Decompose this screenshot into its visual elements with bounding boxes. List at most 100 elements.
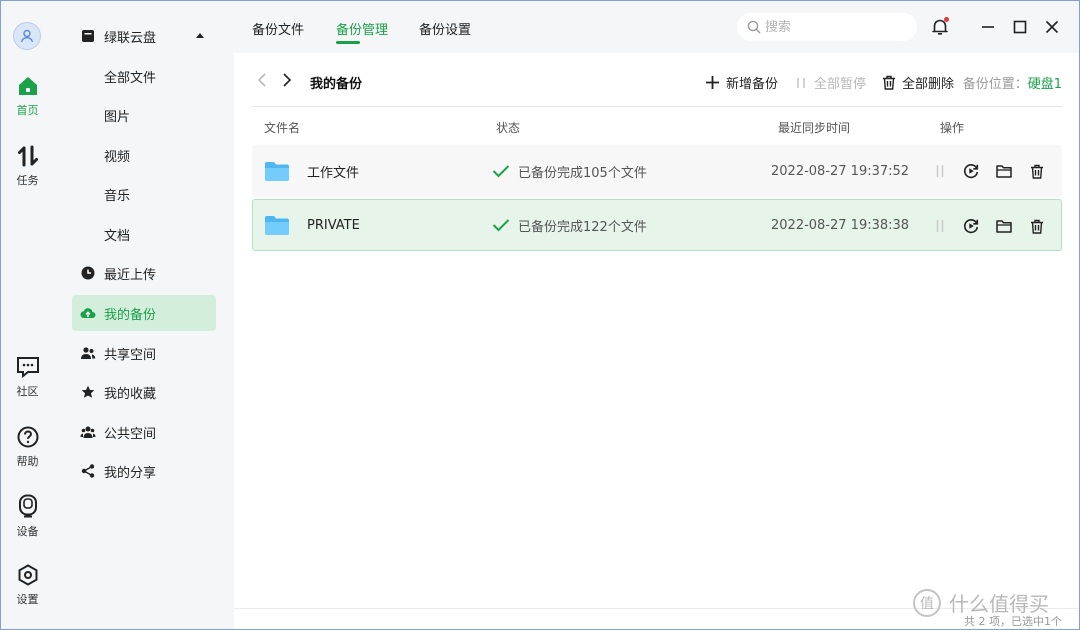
home-icon xyxy=(18,77,37,95)
sidebar-item-label: 图片 xyxy=(104,109,131,125)
rail-item-device[interactable]: 设备 xyxy=(1,494,54,539)
file-name: PRIVATE xyxy=(307,217,360,233)
caret-up-icon[interactable] xyxy=(196,33,204,38)
sidebar-item-music[interactable]: 音乐 xyxy=(72,176,216,212)
file-name: 工作文件 xyxy=(307,165,360,181)
sidebar-item-label: 音乐 xyxy=(104,188,131,204)
help-icon xyxy=(17,426,38,448)
folder-icon xyxy=(265,162,289,181)
tab-backup-files[interactable]: 备份文件 xyxy=(252,19,304,38)
notifications-button[interactable] xyxy=(930,17,950,37)
sidebar-item-label: 全部文件 xyxy=(104,70,157,86)
delete-button[interactable] xyxy=(1028,217,1046,235)
backup-location-label: 备份位置： xyxy=(962,77,1028,92)
pause-icon xyxy=(936,220,944,232)
add-backup-button[interactable]: 新增备份 xyxy=(705,73,778,92)
add-backup-label: 新增备份 xyxy=(726,77,779,92)
sidebar-item-public-space[interactable]: 公共空间 xyxy=(72,414,216,450)
sidebar-item-label: 我的收藏 xyxy=(104,386,157,402)
forward-button[interactable] xyxy=(279,72,295,88)
sidebar-item-videos[interactable]: 视频 xyxy=(72,137,216,173)
top-bar: 备份文件 备份管理 备份设置 xyxy=(234,1,1079,53)
back-button[interactable] xyxy=(254,72,270,88)
sidebar-item-label: 我的备份 xyxy=(104,307,157,323)
sidebar-item-my-backup[interactable]: 我的备份 xyxy=(72,295,216,331)
sidebar-item-all-files[interactable]: 全部文件 xyxy=(72,58,216,94)
clock-icon xyxy=(80,265,96,281)
device-icon xyxy=(18,494,37,518)
maximize-button[interactable] xyxy=(1010,17,1030,37)
category-sidebar: 绿联云盘 全部文件 图片 视频 音乐 文档 最近上传 我的备份 共享空间 我的收… xyxy=(54,1,234,629)
cloud-backup-icon xyxy=(80,305,96,321)
sidebar-item-label: 最近上传 xyxy=(104,267,157,283)
breadcrumb: 我的备份 xyxy=(310,77,363,92)
rail-item-help[interactable]: 帮助 xyxy=(1,426,54,469)
sidebar-item-shared-space[interactable]: 共享空间 xyxy=(72,335,216,371)
pause-button[interactable] xyxy=(931,217,949,235)
sidebar-item-images[interactable]: 图片 xyxy=(72,97,216,133)
sidebar-item-documents[interactable]: 文档 xyxy=(72,216,216,252)
check-icon xyxy=(492,165,510,178)
icon-rail: 首页 任务 社区 帮助 设备 设置 xyxy=(1,1,54,629)
search-input[interactable] xyxy=(765,19,905,35)
rail-item-home[interactable]: 首页 xyxy=(1,75,54,118)
pause-icon xyxy=(797,77,805,88)
sidebar-item-label: 我的分享 xyxy=(104,465,157,481)
transfer-icon xyxy=(17,145,38,167)
search-box[interactable] xyxy=(737,13,917,41)
sidebar-item-label: 公共空间 xyxy=(104,426,157,442)
people-icon xyxy=(80,345,96,361)
sidebar-header-label: 绿联云盘 xyxy=(104,30,157,46)
delete-all-label: 全部删除 xyxy=(902,77,955,92)
search-icon xyxy=(747,20,761,34)
rail-item-community[interactable]: 社区 xyxy=(1,356,54,399)
sidebar-item-label: 文档 xyxy=(104,228,131,244)
folder-outline-icon xyxy=(996,165,1012,178)
table-row[interactable]: PRIVATE 已备份完成122个文件 2022-08-27 19:38:38 xyxy=(252,199,1062,251)
plus-icon xyxy=(706,76,719,89)
backup-location-value[interactable]: 硬盘1 xyxy=(1028,77,1062,92)
close-button[interactable] xyxy=(1042,17,1062,37)
pause-all-label: 全部暂停 xyxy=(814,77,867,92)
rail-item-label: 设备 xyxy=(16,525,39,538)
rail-item-label: 首页 xyxy=(16,104,39,117)
maximize-icon xyxy=(1013,20,1027,34)
rail-item-label: 社区 xyxy=(16,385,39,398)
drive-icon xyxy=(80,28,96,44)
sidebar-item-cloud-drive[interactable]: 绿联云盘 xyxy=(72,18,216,54)
minimize-button[interactable] xyxy=(978,17,998,37)
open-folder-button[interactable] xyxy=(995,217,1013,235)
tab-backup-management[interactable]: 备份管理 xyxy=(336,19,388,38)
trash-icon xyxy=(883,75,895,90)
rail-item-settings[interactable]: 设置 xyxy=(1,564,54,607)
delete-button[interactable] xyxy=(1028,162,1046,180)
rail-item-label: 设置 xyxy=(16,593,39,606)
active-tab-indicator xyxy=(336,41,360,44)
tab-backup-settings[interactable]: 备份设置 xyxy=(419,19,471,38)
sidebar-item-my-shares[interactable]: 我的分享 xyxy=(72,453,216,489)
check-icon xyxy=(492,219,510,232)
sync-icon xyxy=(964,164,979,179)
toolbar-divider xyxy=(252,106,1062,107)
open-folder-button[interactable] xyxy=(995,162,1013,180)
sync-time: 2022-08-27 19:38:38 xyxy=(771,217,910,233)
sync-now-button[interactable] xyxy=(962,217,980,235)
pause-all-button[interactable]: 全部暂停 xyxy=(794,73,866,92)
watermark-logo-icon: 值 xyxy=(913,588,941,617)
rail-item-label: 帮助 xyxy=(16,455,39,468)
sidebar-item-favorites[interactable]: 我的收藏 xyxy=(72,374,216,410)
table-row[interactable]: 工作文件 已备份完成105个文件 2022-08-27 19:37:52 xyxy=(252,145,1062,197)
sidebar-item-recent[interactable]: 最近上传 xyxy=(72,255,216,291)
backup-status: 已备份完成105个文件 xyxy=(518,165,647,181)
chevron-left-icon xyxy=(257,73,266,87)
sync-now-button[interactable] xyxy=(962,162,980,180)
rail-item-tasks[interactable]: 任务 xyxy=(1,145,54,188)
sync-time: 2022-08-27 19:37:52 xyxy=(771,163,910,179)
notification-badge xyxy=(944,17,949,22)
pause-button[interactable] xyxy=(931,162,949,180)
delete-all-button[interactable]: 全部删除 xyxy=(882,73,954,92)
folder-icon xyxy=(265,216,289,235)
avatar[interactable] xyxy=(13,22,41,50)
rail-item-label: 任务 xyxy=(16,174,39,187)
column-header-name: 文件名 xyxy=(264,121,301,135)
